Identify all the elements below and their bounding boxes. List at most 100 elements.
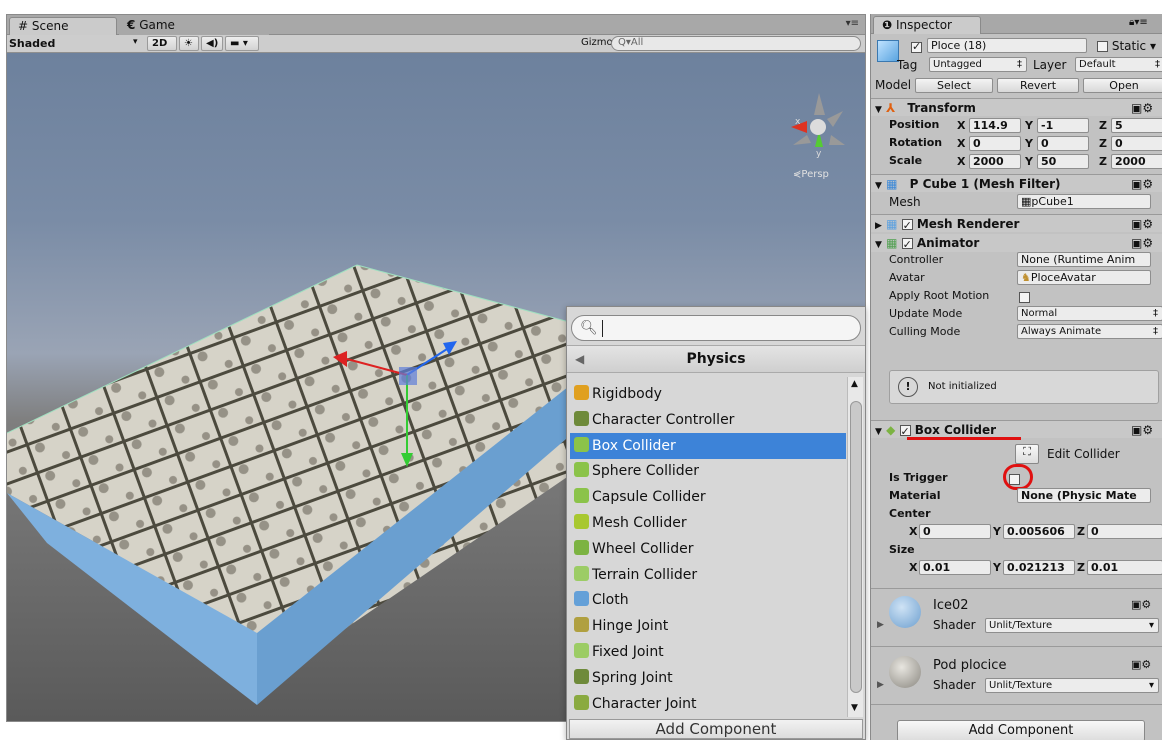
component-item[interactable]: Box Collider xyxy=(570,432,846,459)
effects-dropdown-icon[interactable]: ▬ ▾ xyxy=(225,36,259,51)
tab-inspector[interactable]: ❶ Inspector xyxy=(873,16,981,34)
animator-enabled-checkbox[interactable] xyxy=(901,236,913,254)
scale-y-field[interactable]: 50 xyxy=(1037,154,1089,169)
scrollbar-thumb[interactable] xyxy=(850,401,862,693)
rigidbody-icon xyxy=(574,385,589,400)
position-x-field[interactable]: 114.9 xyxy=(969,118,1021,133)
character-joint-icon xyxy=(574,694,589,710)
tab-scene[interactable]: # Scene xyxy=(9,17,117,35)
mesh-renderer-enabled-checkbox[interactable] xyxy=(901,217,913,235)
component-item-label: Character Controller xyxy=(592,411,735,428)
axis-label: X xyxy=(909,525,918,538)
foldout-arrow-icon[interactable]: ▶ xyxy=(877,620,884,630)
model-select-button[interactable]: Select xyxy=(915,78,993,93)
pod-plocice-material-preview xyxy=(889,656,921,688)
component-item-label: Fixed Joint xyxy=(592,644,664,660)
material1-shader-dropdown[interactable]: Unlit/Texture ▾ xyxy=(985,618,1159,633)
2d-toggle-button[interactable]: 2D xyxy=(147,36,177,51)
popup-add-component-button[interactable]: Add Component xyxy=(569,719,863,739)
physic-material-field[interactable]: None (Physic Mate xyxy=(1017,488,1151,503)
collider-center-y-field[interactable]: 0.005606 xyxy=(1003,524,1075,539)
rotation-z-field[interactable]: 0 xyxy=(1111,136,1162,151)
audio-toggle-icon[interactable]: ◀) xyxy=(201,36,223,51)
help-icon[interactable]: ▣⚙ xyxy=(1131,215,1153,233)
help-icon[interactable]: ▣⚙ xyxy=(1131,598,1151,611)
update-mode-dropdown[interactable]: Normal ‡ xyxy=(1017,306,1162,321)
position-z-field[interactable]: 5 xyxy=(1111,118,1162,133)
tag-dropdown[interactable]: Untagged ‡ xyxy=(929,57,1027,72)
edit-collider-button[interactable]: ⛶ xyxy=(1015,444,1039,464)
active-checkbox[interactable] xyxy=(911,40,922,53)
projection-label[interactable]: ⋞Persp xyxy=(793,169,829,180)
component-item[interactable]: Capsule Collider xyxy=(570,484,846,510)
shading-mode-dropdown[interactable]: Shaded xyxy=(9,37,55,50)
gameobject-cube-icon xyxy=(877,40,899,62)
component-item[interactable]: Hinge Joint xyxy=(570,613,846,639)
add-component-button[interactable]: Add Component xyxy=(897,720,1145,740)
scale-x-field[interactable]: 2000 xyxy=(969,154,1021,169)
model-revert-button[interactable]: Revert xyxy=(997,78,1079,93)
collider-center-z-field[interactable]: 0 xyxy=(1087,524,1162,539)
scroll-down-arrow[interactable]: ▼ xyxy=(851,703,858,713)
axis-x-label: x xyxy=(795,117,801,127)
component-item[interactable]: Rigidbody xyxy=(570,381,846,407)
object-name-field[interactable]: Ploce (18) xyxy=(927,38,1087,53)
collider-size-y-field[interactable]: 0.021213 xyxy=(1003,560,1075,575)
axis-label: Z xyxy=(1077,561,1085,574)
culling-mode-dropdown[interactable]: Always Animate ‡ xyxy=(1017,324,1162,339)
help-icon[interactable]: ▣⚙ xyxy=(1131,99,1153,117)
panel-menu-icon[interactable]: ▾≡ xyxy=(846,18,859,29)
root-motion-checkbox[interactable] xyxy=(1019,290,1030,303)
component-item-label: Box Collider xyxy=(592,437,676,454)
model-open-button[interactable]: Open xyxy=(1083,78,1162,93)
mesh-filter-header[interactable]: ▼ ▦ P Cube 1 (Mesh Filter) ▣⚙ xyxy=(871,174,1162,192)
component-item[interactable]: Wheel Collider xyxy=(570,536,846,562)
scroll-up-arrow[interactable]: ▲ xyxy=(851,379,858,389)
component-item[interactable]: Character Joint xyxy=(570,691,846,717)
component-item[interactable]: Spring Joint xyxy=(570,665,846,691)
component-item-label: Character Joint xyxy=(592,695,697,712)
material2-shader-dropdown[interactable]: Unlit/Texture ▾ xyxy=(985,678,1159,693)
component-search-input[interactable]: 🔍︎ xyxy=(571,315,861,341)
mesh-renderer-header[interactable]: ▶ ▦ Mesh Renderer ▣⚙ xyxy=(871,214,1162,235)
foldout-arrow-icon[interactable]: ▶ xyxy=(877,680,884,690)
box-collider-enabled-checkbox[interactable] xyxy=(899,423,911,441)
static-checkbox[interactable]: Static ▾ xyxy=(1097,39,1156,53)
avatar-field[interactable]: ♞PloceAvatar xyxy=(1017,270,1151,285)
rotation-y-field[interactable]: 0 xyxy=(1037,136,1089,151)
component-item-label: Mesh Collider xyxy=(592,515,687,531)
component-item[interactable]: Cloth xyxy=(570,587,846,613)
collider-size-x-field[interactable]: 0.01 xyxy=(919,560,991,575)
list-scrollbar[interactable]: ▲ ▼ xyxy=(847,377,863,717)
animator-header[interactable]: ▼ ▦ Animator ▣⚙ xyxy=(871,234,1162,254)
rotation-x-field[interactable]: 0 xyxy=(969,136,1021,151)
category-title: Physics xyxy=(686,351,746,367)
help-icon[interactable]: ▣⚙ xyxy=(1131,175,1153,193)
help-icon[interactable]: ▣⚙ xyxy=(1131,421,1153,439)
foldout-arrow-icon: ▼ xyxy=(875,427,882,437)
component-item[interactable]: Character Controller xyxy=(570,407,846,433)
position-y-field[interactable]: -1 xyxy=(1037,118,1089,133)
lock-icon[interactable]: 🔒︎▾≡ xyxy=(1129,17,1148,28)
layer-dropdown[interactable]: Default ‡ xyxy=(1075,57,1162,72)
transform-header[interactable]: ▼ ⅄ Transform ▣⚙ xyxy=(871,98,1162,116)
component-item-label: Terrain Collider xyxy=(592,566,698,583)
mesh-field[interactable]: ▦pCube1 xyxy=(1017,194,1151,209)
component-item[interactable]: Fixed Joint xyxy=(570,639,846,665)
inspector-tabbar: ❶ Inspector 🔒︎▾≡ xyxy=(871,14,1162,34)
component-item[interactable]: Mesh Collider xyxy=(570,510,846,536)
collider-center-x-field[interactable]: 0 xyxy=(919,524,991,539)
foldout-arrow-icon: ▶ xyxy=(875,221,882,231)
sphere-collider-icon xyxy=(574,462,589,478)
tab-game[interactable]: € Game xyxy=(119,17,269,35)
help-icon[interactable]: ▣⚙ xyxy=(1131,234,1153,252)
controller-field[interactable]: None (Runtime Anim xyxy=(1017,252,1151,267)
box-collider-header[interactable]: ▼ ◆ Box Collider ▣⚙ xyxy=(871,420,1162,441)
collider-size-z-field[interactable]: 0.01 xyxy=(1087,560,1162,575)
component-item[interactable]: Sphere Collider xyxy=(570,458,846,484)
component-item[interactable]: Terrain Collider xyxy=(570,562,846,588)
scene-search-input[interactable]: Q▾All xyxy=(611,36,861,51)
lighting-toggle-icon[interactable]: ☀ xyxy=(179,36,199,51)
scale-z-field[interactable]: 2000 xyxy=(1111,154,1162,169)
help-icon[interactable]: ▣⚙ xyxy=(1131,658,1151,671)
